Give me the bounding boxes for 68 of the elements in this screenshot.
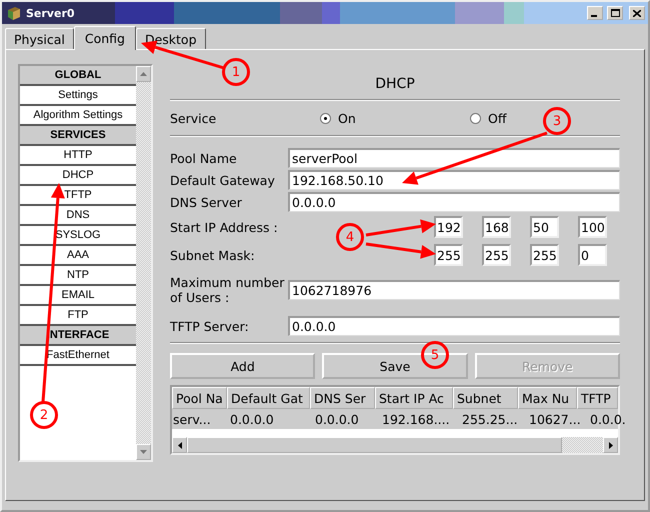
field-label: Pool Name <box>170 150 238 166</box>
table-cell-text: serv... <box>172 410 212 428</box>
maximize-icon <box>610 9 620 17</box>
radio-label: On <box>338 110 356 126</box>
maximize-button[interactable] <box>607 6 623 20</box>
column-header[interactable]: TFTP <box>577 387 618 409</box>
octet-field[interactable]: 255 <box>530 244 559 266</box>
radio-label: Off <box>488 110 506 126</box>
sidebar-header: SERVICES <box>20 126 136 146</box>
field-label: Maximum number of Users : <box>170 275 286 305</box>
close-icon <box>633 10 641 16</box>
left-arrow-icon <box>178 442 182 448</box>
down-arrow-icon <box>140 450 147 454</box>
input-field[interactable]: serverPool <box>288 148 620 168</box>
scroll-left-button[interactable] <box>172 437 187 453</box>
callout-number: 4 <box>336 223 364 251</box>
radio-button[interactable] <box>320 112 331 124</box>
octet-field[interactable]: 255 <box>434 244 463 266</box>
column-header[interactable]: DNS Ser <box>310 387 375 409</box>
up-arrow-icon <box>140 72 147 76</box>
column-header[interactable]: Subnet <box>453 387 518 409</box>
field-label: DNS Server <box>170 194 243 210</box>
arrow <box>366 242 436 259</box>
radio-button[interactable] <box>470 112 481 124</box>
input-field[interactable]: 0.0.0.0 <box>288 316 620 336</box>
table-cell-text: 0.0.0.0 <box>229 410 275 428</box>
octet-field[interactable]: 255 <box>482 244 511 266</box>
scroll-right-button[interactable] <box>603 437 618 453</box>
close-button[interactable] <box>629 6 645 20</box>
scrollbar-thumb[interactable] <box>187 437 562 453</box>
octet-field[interactable]: 192 <box>434 216 463 238</box>
right-arrow-icon <box>608 442 612 448</box>
arrow <box>366 219 436 236</box>
octet-field[interactable]: 50 <box>530 216 559 238</box>
table-cell-text: 0.0.0.0 <box>314 410 360 428</box>
table-cell-text: 10627... <box>528 410 582 428</box>
input-field[interactable]: 0.0.0.0 <box>288 192 620 212</box>
callout-number: 5 <box>421 341 449 369</box>
field-label: TFTP Server: <box>170 318 250 334</box>
action-button[interactable]: Add <box>170 353 316 379</box>
column-header[interactable]: Default Gat <box>227 387 310 409</box>
tab[interactable]: Physical <box>5 28 74 49</box>
scroll-up-button[interactable] <box>136 66 151 82</box>
minimize-button[interactable] <box>587 6 603 20</box>
column-header[interactable]: Max Nu <box>518 387 577 409</box>
callout-number: 3 <box>543 107 571 135</box>
table-cell-text: 0.0.0. <box>589 410 627 428</box>
octet-field[interactable]: 0 <box>578 244 607 266</box>
server-icon <box>6 5 22 21</box>
scroll-down-button[interactable] <box>136 444 151 460</box>
callout-number: 2 <box>30 401 58 429</box>
table-cell-text: 192.168.... <box>381 410 451 428</box>
field-label: Default Gateway <box>170 172 276 188</box>
octet-field[interactable]: 100 <box>578 216 607 238</box>
input-field[interactable]: 1062718976 <box>288 280 620 300</box>
field-label: Start IP Address : <box>170 220 278 234</box>
column-header[interactable]: Start IP Ac <box>375 387 453 409</box>
callout-number: 1 <box>222 58 250 86</box>
panel-title: DHCP <box>375 76 415 92</box>
field-label: Subnet Mask: <box>170 248 255 262</box>
window-title: Server0 <box>26 6 75 20</box>
column-header[interactable]: Pool Na <box>172 387 227 409</box>
service-label: Service <box>170 110 218 126</box>
table-cell-text: 255.25... <box>461 410 519 428</box>
octet-field[interactable]: 168 <box>482 216 511 238</box>
input-field[interactable]: 192.168.50.10 <box>288 170 620 190</box>
tab[interactable]: Config <box>74 26 136 50</box>
sidebar-header: GLOBAL <box>20 66 136 86</box>
